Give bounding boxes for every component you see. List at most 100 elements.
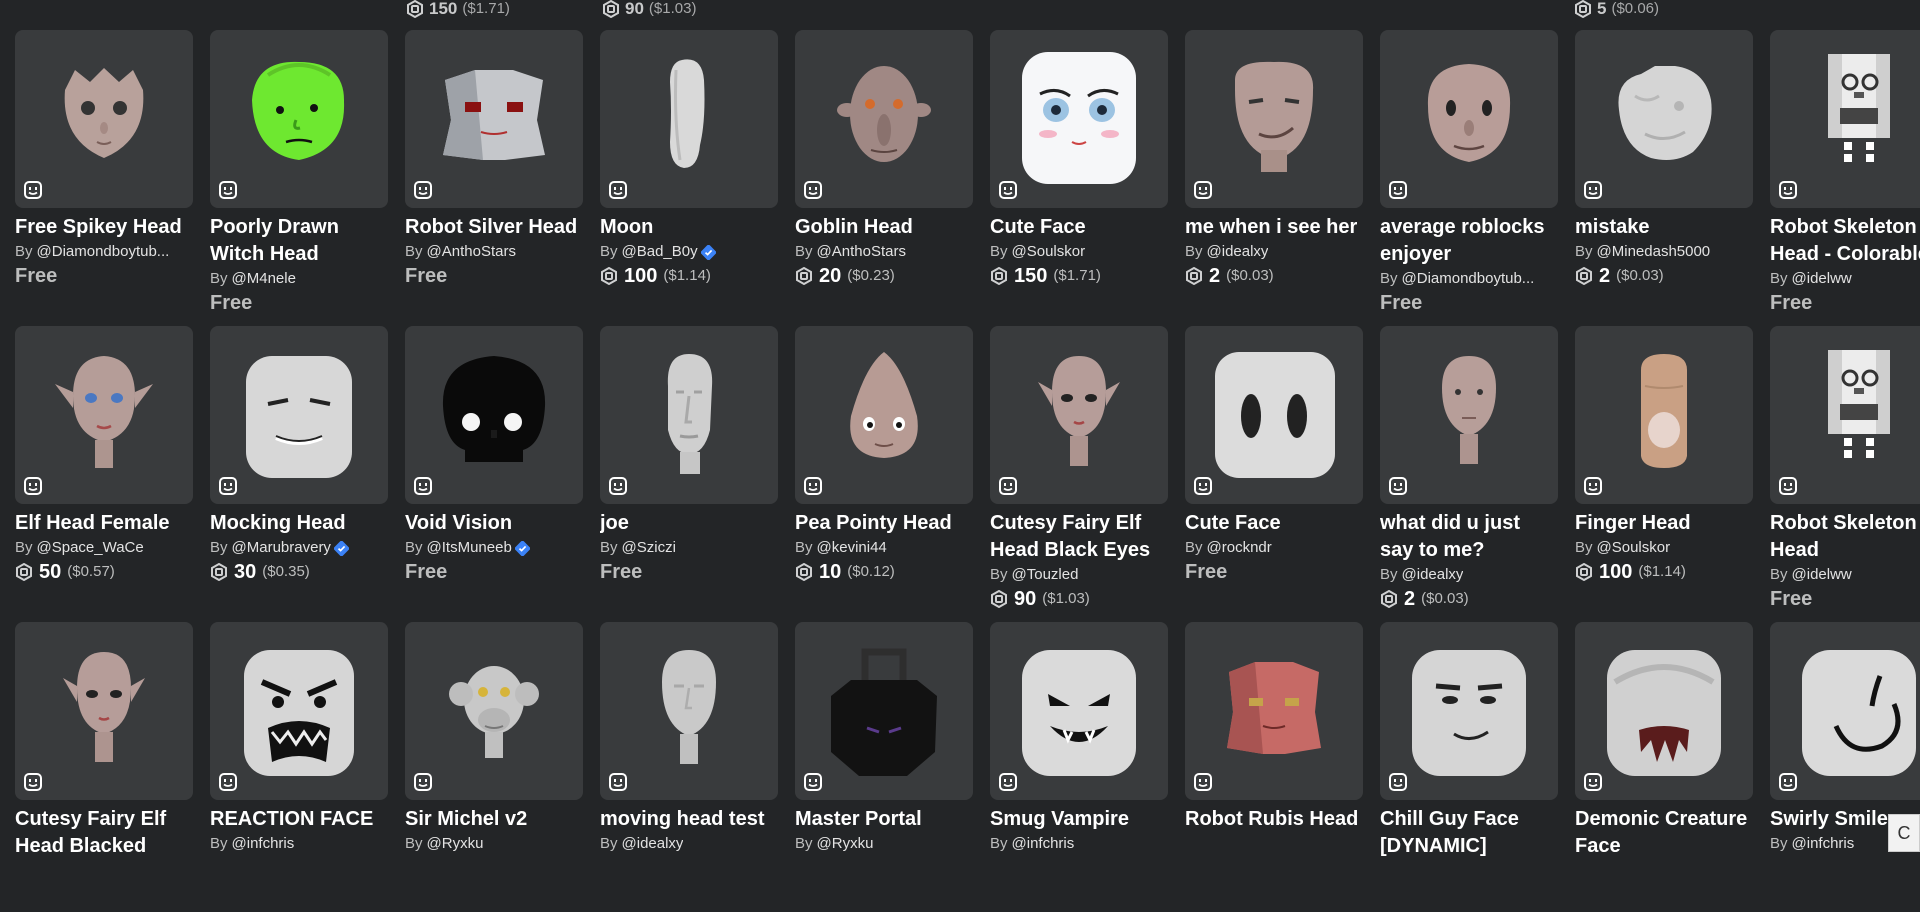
item-thumbnail[interactable] bbox=[795, 622, 973, 800]
item-name[interactable]: Sir Michel v2 bbox=[405, 806, 583, 833]
creator-link[interactable]: @Marubravery bbox=[232, 537, 331, 559]
item-name[interactable]: mistake bbox=[1575, 214, 1753, 241]
item-thumbnail[interactable] bbox=[1185, 622, 1363, 800]
item-thumbnail[interactable] bbox=[210, 622, 388, 800]
item-card[interactable]: moving head test By @idealxy bbox=[600, 622, 778, 912]
item-card[interactable]: mistake By @Minedash5000 2 ($0.03) bbox=[1575, 30, 1753, 320]
item-name[interactable]: Poorly Drawn Witch Head bbox=[210, 214, 388, 268]
item-thumbnail[interactable] bbox=[405, 30, 583, 208]
item-card[interactable]: Robot Silver Head By @AnthoStars Free bbox=[405, 30, 583, 320]
item-name[interactable]: average roblocks enjoyer bbox=[1380, 214, 1558, 268]
item-thumbnail[interactable] bbox=[1185, 30, 1363, 208]
creator-link[interactable]: @kevini44 bbox=[817, 537, 887, 559]
item-card[interactable]: Robot Skeleton Head - Colorable By @idelww… bbox=[1770, 30, 1920, 320]
item-card[interactable]: Cutesy Fairy Elf Head Black Eyes By @Touzl… bbox=[990, 326, 1168, 616]
item-thumbnail[interactable] bbox=[15, 326, 193, 504]
item-name[interactable]: Cute Face bbox=[990, 214, 1168, 241]
creator-link[interactable]: @Soulskor bbox=[1012, 241, 1086, 263]
item-name[interactable]: Robot Skeleton Head - Colorable bbox=[1770, 214, 1920, 268]
side-tab[interactable]: C bbox=[1888, 814, 1920, 852]
item-card[interactable]: Free Spikey Head By @Diamondboytub... Free bbox=[15, 30, 193, 320]
item-card[interactable]: Demonic Creature Face bbox=[1575, 622, 1753, 912]
item-card[interactable]: Cutesy Fairy Elf Head Blacked bbox=[15, 622, 193, 912]
item-thumbnail[interactable] bbox=[990, 326, 1168, 504]
item-thumbnail[interactable] bbox=[1770, 30, 1920, 208]
item-card[interactable]: what did u just say to me? By @idealxy 2 ($0… bbox=[1380, 326, 1558, 616]
item-thumbnail[interactable] bbox=[1575, 30, 1753, 208]
item-thumbnail[interactable] bbox=[15, 622, 193, 800]
item-thumbnail[interactable] bbox=[600, 30, 778, 208]
item-name[interactable]: what did u just say to me? bbox=[1380, 510, 1558, 564]
item-card[interactable]: Robot Skeleton Head By @idelww Free bbox=[1770, 326, 1920, 616]
item-name[interactable]: joe bbox=[600, 510, 778, 537]
item-card[interactable]: REACTION FACE By @infchris bbox=[210, 622, 388, 912]
creator-link[interactable]: @ItsMuneeb bbox=[427, 537, 512, 559]
item-card[interactable]: joe By @Sziczi Free bbox=[600, 326, 778, 616]
item-name[interactable]: Robot Skeleton Head bbox=[1770, 510, 1920, 564]
item-thumbnail[interactable] bbox=[600, 622, 778, 800]
item-card[interactable]: Cute Face By @Soulskor 150 ($1.71) bbox=[990, 30, 1168, 320]
item-name[interactable]: Master Portal bbox=[795, 806, 973, 833]
item-card[interactable]: Cute Face By @rockndr Free bbox=[1185, 326, 1363, 616]
item-name[interactable]: Finger Head bbox=[1575, 510, 1753, 537]
item-card[interactable]: Robot Rubis Head bbox=[1185, 622, 1363, 912]
item-name[interactable]: moving head test bbox=[600, 806, 778, 833]
creator-link[interactable]: @Sziczi bbox=[622, 537, 676, 559]
item-name[interactable]: Elf Head Female bbox=[15, 510, 193, 537]
item-name[interactable]: Free Spikey Head bbox=[15, 214, 193, 241]
item-thumbnail[interactable] bbox=[1185, 326, 1363, 504]
item-card[interactable]: Elf Head Female By @Space_WaCe 50 ($0.57) bbox=[15, 326, 193, 616]
item-name[interactable]: Pea Pointy Head bbox=[795, 510, 973, 537]
creator-link[interactable]: @Soulskor bbox=[1597, 537, 1671, 559]
item-thumbnail[interactable] bbox=[1380, 326, 1558, 504]
item-thumbnail[interactable] bbox=[990, 622, 1168, 800]
creator-link[interactable]: @Diamondboytub... bbox=[1402, 268, 1535, 290]
item-name[interactable]: REACTION FACE bbox=[210, 806, 388, 833]
creator-link[interactable]: @Diamondboytub... bbox=[37, 241, 170, 263]
item-name[interactable]: Robot Silver Head bbox=[405, 214, 583, 241]
item-thumbnail[interactable] bbox=[210, 30, 388, 208]
item-card[interactable]: average roblocks enjoyer By @Diamondboytub… bbox=[1380, 30, 1558, 320]
item-name[interactable]: Smug Vampire bbox=[990, 806, 1168, 833]
item-thumbnail[interactable] bbox=[795, 326, 973, 504]
item-name[interactable]: Mocking Head bbox=[210, 510, 388, 537]
item-card[interactable]: me when i see her By @idealxy 2 ($0.03) bbox=[1185, 30, 1363, 320]
item-thumbnail[interactable] bbox=[795, 30, 973, 208]
item-card[interactable]: Sir Michel v2 By @Ryxku bbox=[405, 622, 583, 912]
item-name[interactable]: Cute Face bbox=[1185, 510, 1363, 537]
item-thumbnail[interactable] bbox=[15, 30, 193, 208]
item-card[interactable]: Poorly Drawn Witch Head By @M4nele Free bbox=[210, 30, 388, 320]
item-thumbnail[interactable] bbox=[1575, 326, 1753, 504]
item-name[interactable]: Cutesy Fairy Elf Head Black Eyes bbox=[990, 510, 1168, 564]
item-thumbnail[interactable] bbox=[210, 326, 388, 504]
creator-link[interactable]: @idelww bbox=[1792, 564, 1852, 586]
item-thumbnail[interactable] bbox=[1770, 622, 1920, 800]
creator-link[interactable]: @Space_WaCe bbox=[37, 537, 144, 559]
item-card[interactable]: Swirly Smile By @infchris bbox=[1770, 622, 1920, 912]
item-card[interactable]: Void Vision By @ItsMuneeb Free bbox=[405, 326, 583, 616]
item-card[interactable]: Goblin Head By @AnthoStars 20 ($0.23) bbox=[795, 30, 973, 320]
creator-link[interactable]: @Minedash5000 bbox=[1597, 241, 1711, 263]
item-name[interactable]: me when i see her bbox=[1185, 214, 1363, 241]
item-thumbnail[interactable] bbox=[1770, 326, 1920, 504]
creator-link[interactable]: @AnthoStars bbox=[817, 241, 906, 263]
item-name[interactable]: Robot Rubis Head bbox=[1185, 806, 1363, 833]
creator-link[interactable]: @AnthoStars bbox=[427, 241, 516, 263]
creator-link[interactable]: @Bad_B0y bbox=[622, 241, 698, 263]
item-name[interactable]: Moon bbox=[600, 214, 778, 241]
creator-link[interactable]: @idelww bbox=[1792, 268, 1852, 290]
item-thumbnail[interactable] bbox=[1380, 30, 1558, 208]
item-thumbnail[interactable] bbox=[600, 326, 778, 504]
item-thumbnail[interactable] bbox=[1380, 622, 1558, 800]
item-thumbnail[interactable] bbox=[405, 326, 583, 504]
creator-link[interactable]: @idealxy bbox=[1402, 564, 1464, 586]
creator-link[interactable]: @rockndr bbox=[1207, 537, 1272, 559]
item-thumbnail[interactable] bbox=[990, 30, 1168, 208]
item-thumbnail[interactable] bbox=[1575, 622, 1753, 800]
item-card[interactable]: Finger Head By @Soulskor 100 ($1.14) bbox=[1575, 326, 1753, 616]
item-card[interactable]: Pea Pointy Head By @kevini44 10 ($0.12) bbox=[795, 326, 973, 616]
item-card[interactable]: Master Portal By @Ryxku bbox=[795, 622, 973, 912]
creator-link[interactable]: @idealxy bbox=[1207, 241, 1269, 263]
creator-link[interactable]: @Touzled bbox=[1012, 564, 1079, 586]
creator-link[interactable]: @M4nele bbox=[232, 268, 296, 290]
